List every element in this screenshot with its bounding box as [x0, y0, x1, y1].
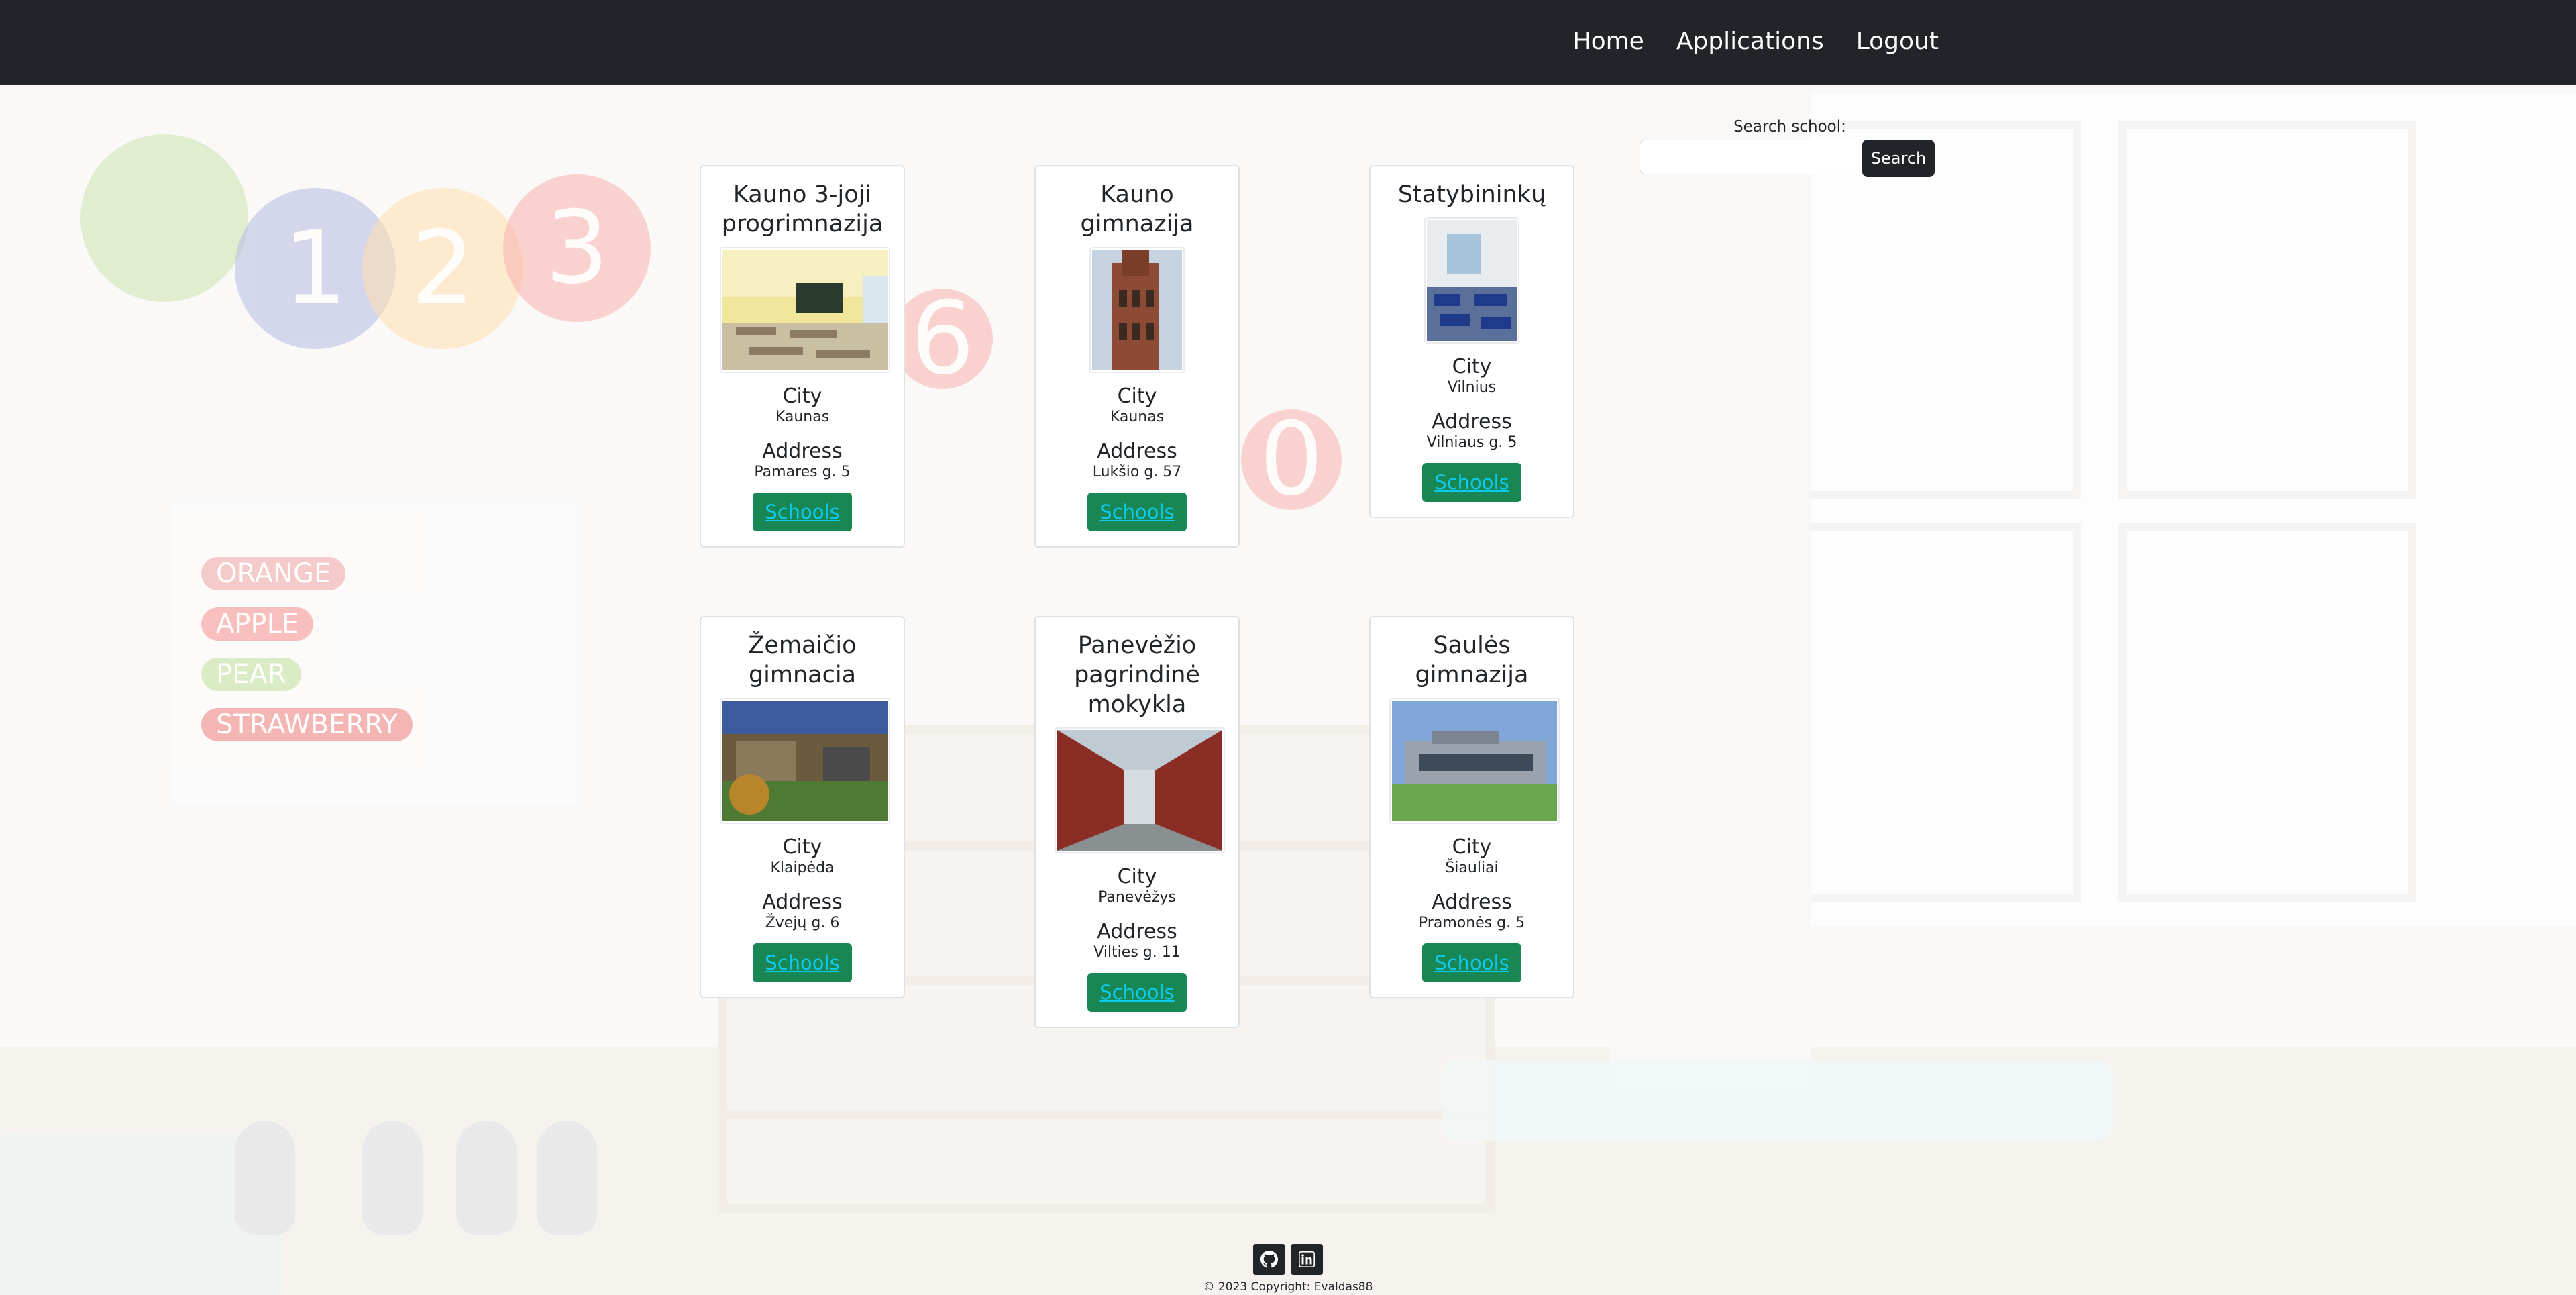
city-value: Klaipėda	[770, 860, 835, 876]
school-card: Kauno gimnazija City Kaunas Address Lukš…	[1034, 165, 1240, 548]
schools-button[interactable]: Schools	[1087, 973, 1187, 1012]
address-label: Address	[1432, 410, 1512, 433]
school-image	[1424, 217, 1519, 344]
footer-icons	[1167, 1244, 1409, 1275]
classroom-background: 1 2 3 6 0 ORANGE APPLE PEAR STRAWBERRY	[0, 0, 2576, 1295]
nav-links: Home Applications Logout	[1573, 0, 1939, 83]
top-navbar: Home Applications Logout	[0, 0, 2576, 85]
city-label: City	[782, 384, 822, 408]
schools-button[interactable]: Schools	[1422, 463, 1521, 502]
address-label: Address	[762, 439, 843, 463]
address-value: Pramonės g. 5	[1418, 915, 1525, 931]
address-value: Lukšio g. 57	[1092, 464, 1182, 480]
search-button[interactable]: Search	[1862, 140, 1935, 177]
school-card: Kauno 3-joji progrimnazija City Kaunas A…	[700, 165, 905, 548]
address-label: Address	[1097, 439, 1177, 463]
footer: © 2023 Copyright: Evaldas88	[1167, 1244, 1409, 1294]
linkedin-icon[interactable]	[1291, 1244, 1323, 1275]
school-card: Statybininkų City Vilnius Address Vilnia…	[1369, 165, 1574, 518]
city-value: Kaunas	[775, 409, 830, 425]
search-input[interactable]	[1640, 140, 1865, 174]
nav-logout-link[interactable]: Logout	[1856, 28, 1939, 55]
school-title: Žemaičio gimnacia	[748, 632, 857, 688]
school-image	[1055, 727, 1225, 853]
school-card: Saulės gimnazija City Šiauliai Address P…	[1369, 616, 1574, 998]
city-label: City	[1117, 384, 1157, 408]
city-value: Šiauliai	[1445, 860, 1499, 876]
schools-button[interactable]: Schools	[753, 493, 852, 531]
city-label: City	[1452, 835, 1492, 859]
address-label: Address	[762, 890, 843, 914]
address-value: Vilniaus g. 5	[1426, 434, 1517, 451]
school-title: Statybininkų	[1397, 181, 1546, 208]
city-label: City	[782, 835, 822, 859]
school-image	[1389, 698, 1560, 824]
address-value: Žvejų g. 6	[765, 915, 840, 931]
city-value: Panevėžys	[1098, 889, 1176, 906]
search-label: Search school:	[1733, 118, 1846, 136]
github-icon[interactable]	[1253, 1244, 1285, 1275]
schools-button[interactable]: Schools	[1087, 493, 1187, 531]
search-school-form: Search school: Search	[1640, 118, 1940, 177]
city-label: City	[1452, 355, 1492, 378]
address-value: Vilties g. 11	[1093, 944, 1181, 961]
city-value: Vilnius	[1447, 379, 1497, 396]
city-label: City	[1117, 865, 1157, 888]
city-value: Kaunas	[1110, 409, 1165, 425]
address-label: Address	[1432, 890, 1512, 914]
school-card: Žemaičio gimnacia City Klaipėda Address …	[700, 616, 905, 998]
nav-home-link[interactable]: Home	[1573, 28, 1644, 55]
school-title: Panevėžio pagrindinė mokykla	[1074, 632, 1200, 718]
school-image	[720, 247, 890, 373]
school-title: Kauno gimnazija	[1080, 181, 1194, 238]
schools-button[interactable]: Schools	[1422, 943, 1521, 982]
school-image	[1089, 247, 1185, 373]
nav-applications-link[interactable]: Applications	[1676, 28, 1824, 55]
school-image	[720, 698, 890, 824]
address-value: Pamares g. 5	[754, 464, 851, 480]
address-label: Address	[1097, 920, 1177, 943]
footer-copyright: © 2023 Copyright: Evaldas88	[1203, 1280, 1373, 1294]
school-title: Saulės gimnazija	[1415, 632, 1529, 688]
school-card: Panevėžio pagrindinė mokykla City Panevė…	[1034, 616, 1240, 1028]
school-title: Kauno 3-joji progrimnazija	[721, 181, 883, 238]
schools-button[interactable]: Schools	[753, 943, 852, 982]
